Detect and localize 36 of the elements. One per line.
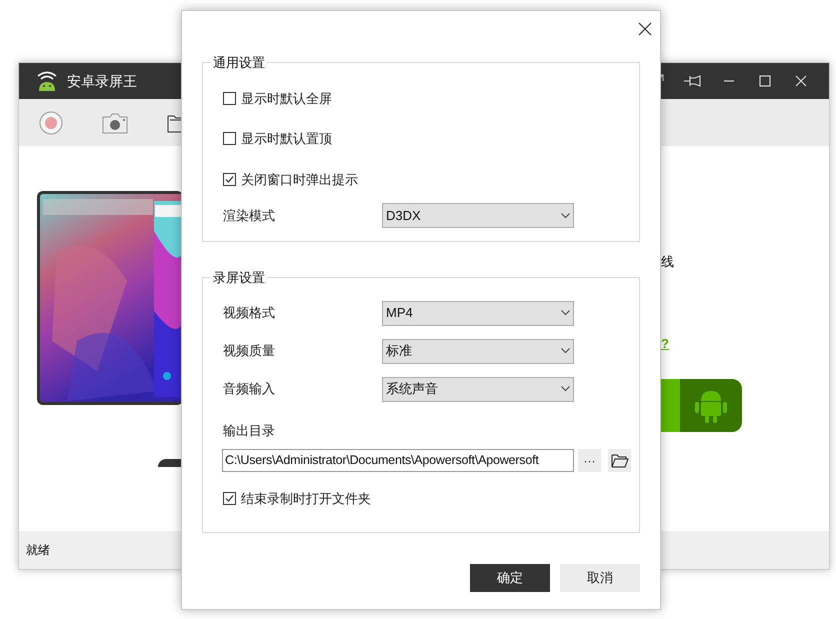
dropdown[interactable]: 标准 xyxy=(382,338,574,364)
checkbox-label: 结束录制时打开文件夹 xyxy=(241,490,371,508)
checkbox[interactable] xyxy=(223,172,236,186)
close-icon[interactable] xyxy=(638,22,652,36)
field-label: 输出目录 xyxy=(223,422,276,440)
window-title: 安卓录屏王 xyxy=(67,72,137,90)
field-label: 音频输入 xyxy=(223,380,276,398)
dropdown[interactable]: 系统声音 xyxy=(382,376,574,402)
chevron-down-icon xyxy=(561,212,570,218)
path-field[interactable]: C:\Users\Administrator\Documents\Apowersoft\Apowersoft xyxy=(222,449,574,472)
group-title: 通用设置 xyxy=(212,54,266,72)
chevron-down-icon xyxy=(561,310,570,316)
checkbox[interactable] xyxy=(223,132,236,146)
content-text: 线 xyxy=(661,253,675,271)
checkbox[interactable] xyxy=(223,92,236,105)
chevron-down-icon xyxy=(561,348,570,354)
folder-icon xyxy=(610,453,628,468)
chevron-down-icon xyxy=(561,386,570,392)
camera-icon[interactable] xyxy=(101,110,129,134)
group-title: 录屏设置 xyxy=(212,269,266,287)
browse-button[interactable]: ··· xyxy=(578,449,601,472)
checkbox-label: 关闭窗口时弹出提示 xyxy=(241,170,358,188)
field-label: 渲染模式 xyxy=(223,206,276,225)
field-label: 视频格式 xyxy=(223,304,276,322)
record-icon[interactable] xyxy=(39,110,63,134)
ok-button[interactable]: 确定 xyxy=(470,564,550,592)
checkbox[interactable] xyxy=(223,492,236,506)
open-folder-button[interactable] xyxy=(608,449,631,472)
field-label: 视频质量 xyxy=(223,342,276,360)
checkbox-label: 显示时默认全屏 xyxy=(241,90,332,108)
cancel-button[interactable]: 取消 xyxy=(560,564,640,592)
dropdown[interactable]: MP4 xyxy=(382,300,574,326)
status-text: 就绪 xyxy=(26,542,50,559)
dropdown[interactable]: D3DX xyxy=(382,203,574,228)
checkbox-label: 显示时默认置顶 xyxy=(241,130,332,148)
android-wifi-icon xyxy=(35,70,59,92)
